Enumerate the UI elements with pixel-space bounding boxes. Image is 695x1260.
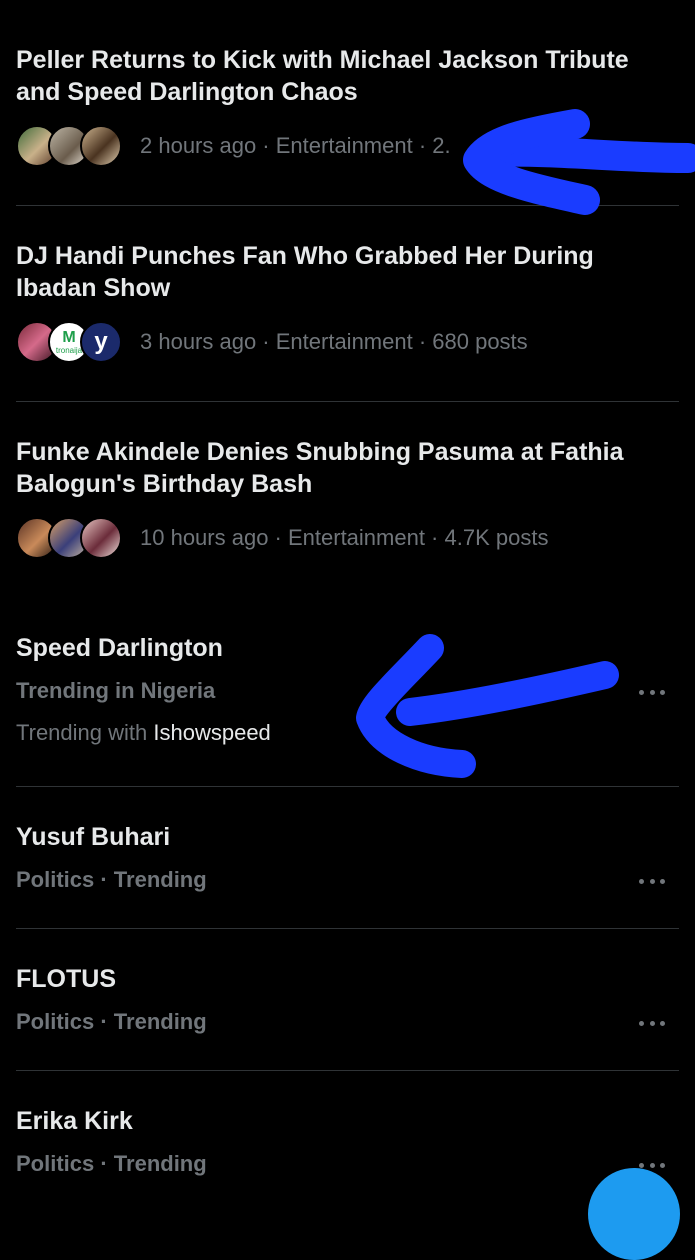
- avatar-group: M tronaija y: [16, 319, 124, 365]
- compose-button[interactable]: [588, 1168, 680, 1260]
- news-title: DJ Handi Punches Fan Who Grabbed Her Dur…: [16, 242, 594, 302]
- news-item[interactable]: Funke Akindele Denies Snubbing Pasuma at…: [16, 436, 676, 559]
- person-photo-icon: [80, 517, 122, 559]
- avatar-group: [16, 123, 124, 169]
- trend-related: Trending with Ishowspeed: [16, 720, 271, 745]
- divider: [16, 1070, 679, 1071]
- trend-title: FLOTUS: [16, 965, 116, 993]
- news-meta: 3 hours ago · Entertainment · 680 posts: [140, 329, 528, 354]
- divider: [16, 928, 679, 929]
- avatar-group: [16, 515, 124, 561]
- trend-item[interactable]: Speed Darlington Trending in Nigeria Tre…: [16, 633, 676, 747]
- trend-context: Politics · Trending: [16, 1151, 207, 1176]
- news-title: Funke Akindele Denies Snubbing Pasuma at…: [16, 438, 624, 498]
- divider: [16, 401, 679, 402]
- trend-item[interactable]: FLOTUS Politics · Trending: [16, 964, 676, 1036]
- trend-title: Speed Darlington: [16, 634, 223, 662]
- news-meta: 10 hours ago · Entertainment · 4.7K post…: [140, 525, 549, 550]
- more-options-icon[interactable]: [639, 876, 665, 886]
- trend-title: Yusuf Buhari: [16, 823, 171, 851]
- news-title: Peller Returns to Kick with Michael Jack…: [16, 46, 629, 106]
- trend-context: Politics · Trending: [16, 1009, 207, 1034]
- more-options-icon[interactable]: [639, 687, 665, 697]
- person-photo-icon: [80, 125, 122, 167]
- divider: [16, 786, 679, 787]
- trend-item[interactable]: Erika Kirk Politics · Trending: [16, 1106, 676, 1178]
- news-meta: 2 hours ago · Entertainment · 2.: [140, 133, 451, 158]
- news-item[interactable]: DJ Handi Punches Fan Who Grabbed Her Dur…: [16, 240, 676, 363]
- more-options-icon[interactable]: [639, 1018, 665, 1028]
- trend-title: Erika Kirk: [16, 1107, 133, 1135]
- divider: [16, 205, 679, 206]
- trend-context: Politics · Trending: [16, 867, 207, 892]
- y-logo-icon: y: [80, 321, 122, 363]
- news-item[interactable]: Peller Returns to Kick with Michael Jack…: [16, 44, 676, 167]
- trend-item[interactable]: Yusuf Buhari Politics · Trending: [16, 822, 676, 894]
- trend-context: Trending in Nigeria: [16, 678, 216, 703]
